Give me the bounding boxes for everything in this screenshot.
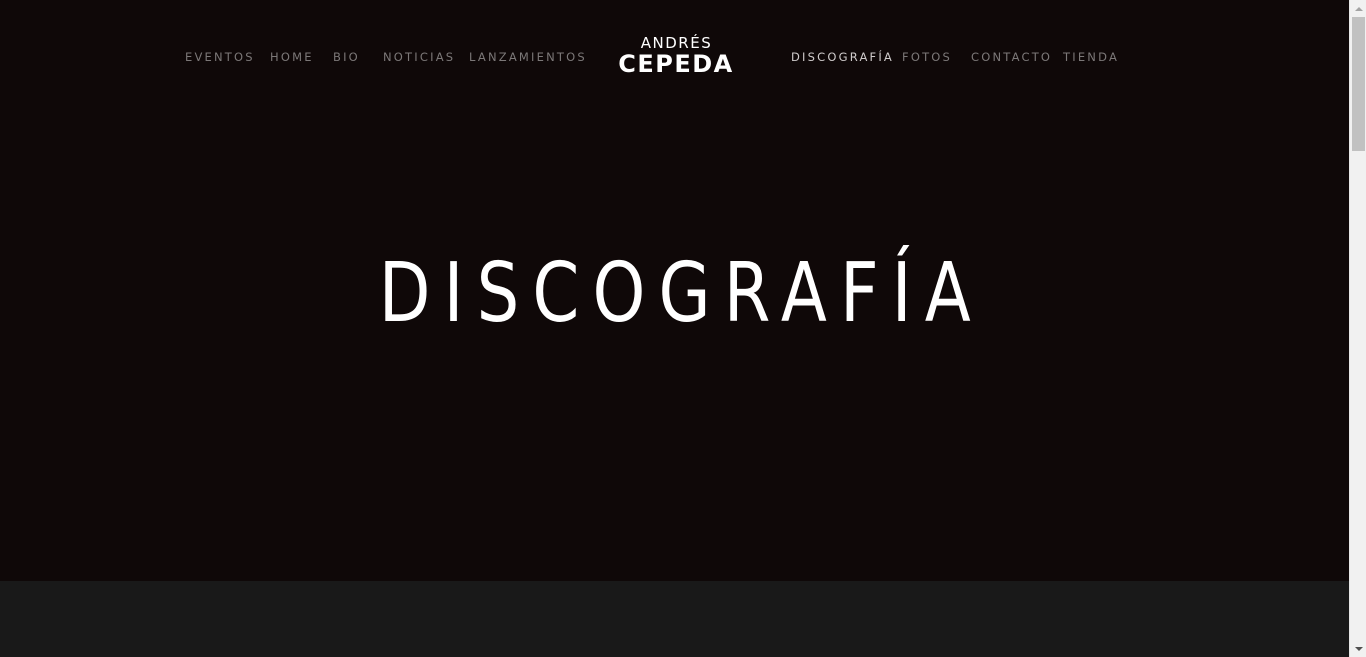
page: EVENTOS HOME BIO NOTICIAS LANZAMIENTOS A…: [0, 0, 1349, 657]
vertical-scrollbar[interactable]: [1349, 0, 1366, 657]
scroll-up-arrow[interactable]: [1350, 0, 1366, 17]
nav-item-lanzamientos[interactable]: LANZAMIENTOS: [469, 49, 587, 65]
nav-item-tienda[interactable]: TIENDA: [1063, 49, 1119, 65]
chevron-up-icon: [1354, 6, 1363, 11]
page-title: DISCOGRAFÍA: [378, 246, 984, 341]
nav-item-home[interactable]: HOME: [270, 49, 314, 65]
nav-item-discografia[interactable]: DISCOGRAFÍA: [791, 49, 894, 65]
nav-item-fotos[interactable]: FOTOS: [902, 49, 952, 65]
chevron-down-icon: [1354, 646, 1363, 651]
site-logo[interactable]: ANDRÉS CEPEDA: [606, 34, 746, 78]
hero-section: EVENTOS HOME BIO NOTICIAS LANZAMIENTOS A…: [0, 0, 1349, 581]
content-section: [0, 581, 1349, 657]
logo-line-cepeda: CEPEDA: [618, 50, 734, 78]
scroll-thumb[interactable]: [1352, 17, 1365, 151]
scroll-down-arrow[interactable]: [1350, 640, 1366, 657]
nav-item-noticias[interactable]: NOTICIAS: [383, 49, 455, 65]
nav-item-eventos[interactable]: EVENTOS: [185, 49, 255, 65]
nav-item-contacto[interactable]: CONTACTO: [971, 49, 1052, 65]
nav-item-bio[interactable]: BIO: [333, 49, 360, 65]
